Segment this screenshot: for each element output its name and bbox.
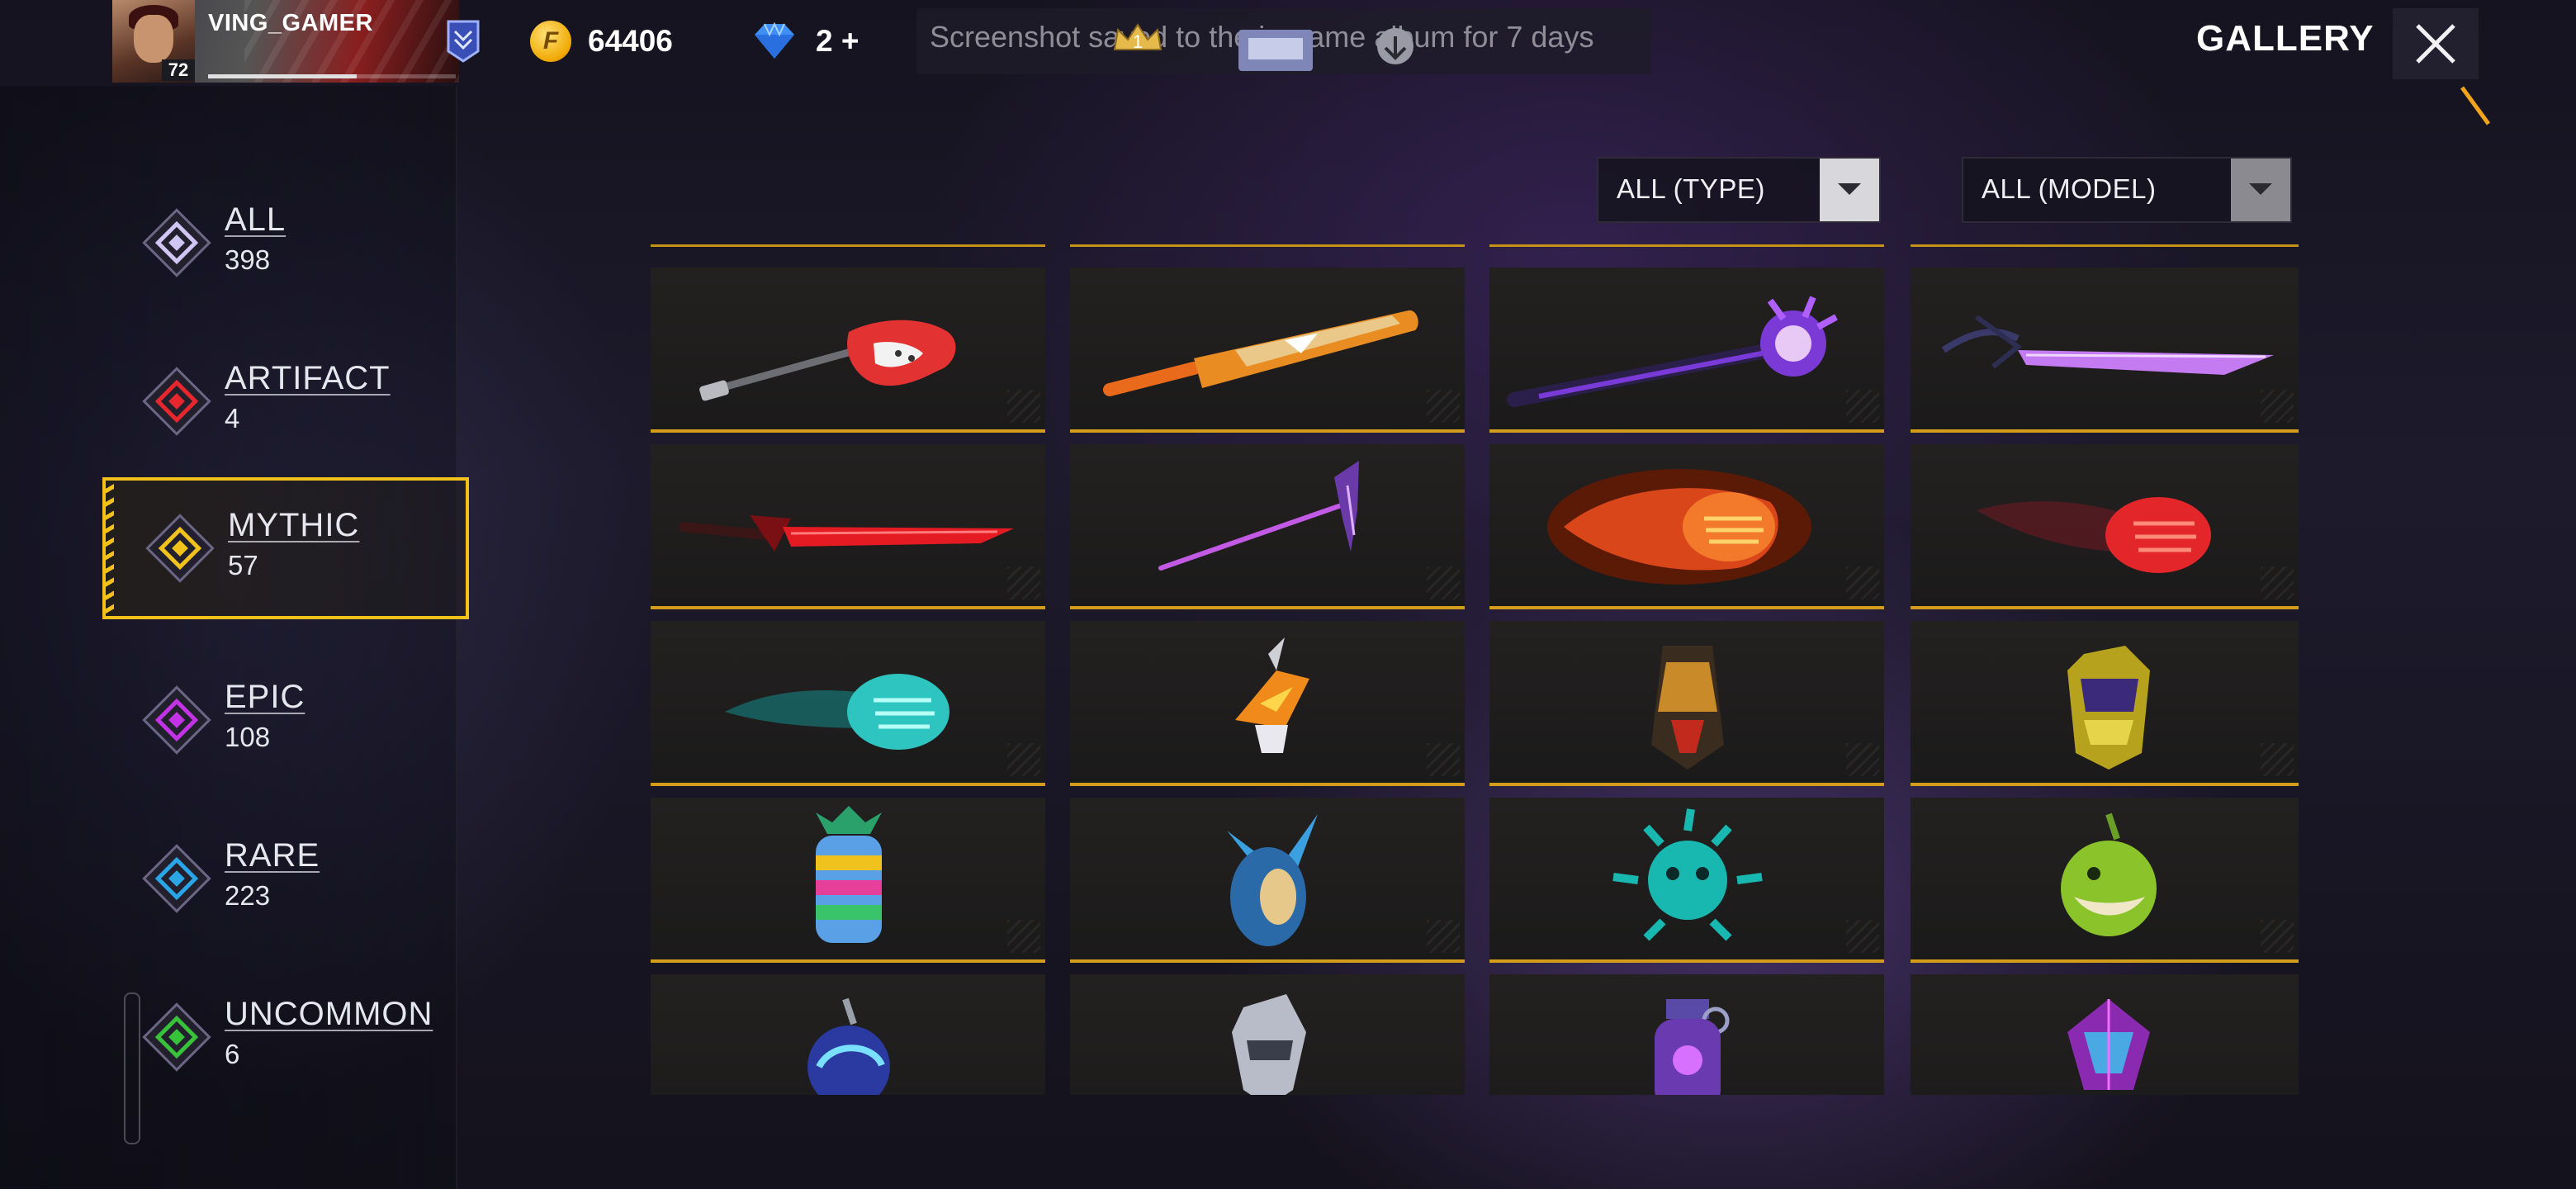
gallery-item[interactable] [1070, 798, 1465, 963]
category-count: 398 [225, 244, 271, 275]
purple-frag-grenade-icon [1655, 999, 1730, 1095]
gallery-item[interactable] [1070, 621, 1465, 786]
category-mythic[interactable]: MYTHIC 57 [102, 477, 469, 619]
cricket-bat-icon [1103, 310, 1418, 396]
player-level: 72 [162, 59, 195, 81]
gallery-item[interactable] [1070, 268, 1465, 433]
rainbow-pineapple-grenade-icon [816, 806, 882, 943]
crystal-cube-grenade-icon [2067, 999, 2150, 1090]
red-fist-icon [1977, 497, 2211, 573]
flaming-fist-icon [1547, 469, 1811, 585]
category-label: UNCOMMON [225, 996, 433, 1032]
category-uncommon[interactable]: UNCOMMON 6 [99, 966, 462, 1108]
gallery-item[interactable] [651, 444, 1045, 609]
page-title: GALLERY [2196, 18, 2375, 59]
spiked-cyan-grenade-icon [1612, 808, 1763, 941]
uncommon-rarity-icon [142, 1002, 211, 1072]
gallery-item[interactable] [651, 974, 1045, 1095]
lightning-grenade-icon [1235, 637, 1309, 753]
rank-badge-icon[interactable] [446, 20, 481, 63]
purple-scythe-icon [1158, 461, 1359, 571]
gallery-item[interactable] [1070, 974, 1465, 1095]
gold-amount: 64406 [588, 24, 673, 58]
gallery-item[interactable] [1489, 268, 1884, 433]
category-all[interactable]: ALL 398 [99, 172, 462, 314]
tribal-mask-grenade-icon [1651, 646, 1724, 770]
category-label: EPIC [225, 679, 305, 715]
diamond-currency[interactable]: 2 + [751, 15, 859, 68]
gallery-item[interactable] [1489, 621, 1884, 786]
top-bar: 72 VING_GAMER F 64406 2 + Screenshot sav… [0, 0, 2576, 126]
gallery-item[interactable] [1489, 444, 1884, 609]
category-count: 57 [228, 550, 258, 580]
diamond-amount: 2 + [816, 24, 859, 58]
green-frog-grenade-icon [2061, 812, 2157, 936]
gold-currency[interactable]: F 64406 [530, 15, 673, 68]
teal-fist-icon [725, 674, 949, 750]
model-filter-label: ALL (MODEL) [1982, 173, 2157, 204]
category-count: 108 [225, 722, 271, 752]
gallery-item[interactable] [651, 798, 1045, 963]
xp-bar [208, 74, 456, 78]
all-rarity-icon [142, 208, 211, 277]
electric-guitar-icon [699, 320, 956, 401]
close-icon [2416, 24, 2455, 64]
category-rare[interactable]: RARE 223 [99, 808, 462, 950]
gallery-item[interactable] [1070, 444, 1465, 609]
player-profile-card[interactable]: 72 VING_GAMER [112, 0, 459, 83]
epic-rarity-icon [142, 685, 211, 755]
rarity-sidebar: ALL 398 ARTIFACT 4 MYTHIC 57 EPIC 108 RA… [0, 86, 469, 1189]
gallery-item[interactable] [1911, 798, 2299, 963]
chevron-down-icon[interactable] [1820, 159, 1879, 221]
screenshot-notice: Screenshot saved to the in-game album fo… [916, 8, 1651, 74]
silver-helm-grenade-icon [1232, 994, 1306, 1095]
item-grid [651, 244, 2312, 1095]
type-filter-label: ALL (TYPE) [1617, 173, 1765, 204]
notice-overlay-icons: 1 [1113, 23, 1413, 71]
gallery-item[interactable] [1911, 444, 2299, 609]
username: VING_GAMER [208, 10, 373, 36]
category-label: RARE [225, 837, 320, 874]
mythic-rarity-icon [145, 514, 215, 583]
gallery-item[interactable] [1489, 974, 1884, 1095]
category-label: ARTIFACT [225, 360, 391, 396]
rare-rarity-icon [142, 844, 211, 913]
svg-text:1: 1 [1133, 31, 1143, 52]
violet-katana-icon [1941, 315, 2274, 375]
category-count: 223 [225, 880, 271, 911]
sidebar-scrollbar[interactable] [124, 992, 140, 1144]
close-button[interactable] [2393, 8, 2479, 79]
blue-bomb-grenade-icon [807, 997, 890, 1095]
category-label: MYTHIC [228, 507, 360, 543]
gallery-item[interactable] [1911, 268, 2299, 433]
category-count: 4 [225, 403, 240, 433]
gallery-item[interactable] [651, 621, 1045, 786]
artifact-rarity-icon [142, 367, 211, 436]
type-filter-dropdown[interactable]: ALL (TYPE) [1597, 157, 1881, 223]
chevron-down-icon[interactable] [2231, 159, 2290, 221]
category-label: ALL [225, 201, 286, 238]
diamond-icon [755, 21, 794, 59]
gallery-item[interactable] [1911, 621, 2299, 786]
horned-helmet-grenade-icon [1227, 814, 1318, 946]
gold-coin-icon: F [530, 21, 571, 62]
category-artifact[interactable]: ARTIFACT 4 [99, 330, 462, 472]
crimson-sword-icon [679, 515, 1014, 552]
category-epic[interactable]: EPIC 108 [99, 649, 462, 791]
yellow-armor-grenade-icon [2067, 646, 2150, 770]
category-count: 6 [225, 1039, 240, 1069]
gallery-item[interactable] [1489, 798, 1884, 963]
purple-mace-icon [1507, 296, 1838, 407]
model-filter-dropdown[interactable]: ALL (MODEL) [1962, 157, 2292, 223]
corner-stripe-decoration [2460, 86, 2491, 126]
gallery-item[interactable] [1911, 974, 2299, 1095]
gallery-item[interactable] [651, 268, 1045, 433]
